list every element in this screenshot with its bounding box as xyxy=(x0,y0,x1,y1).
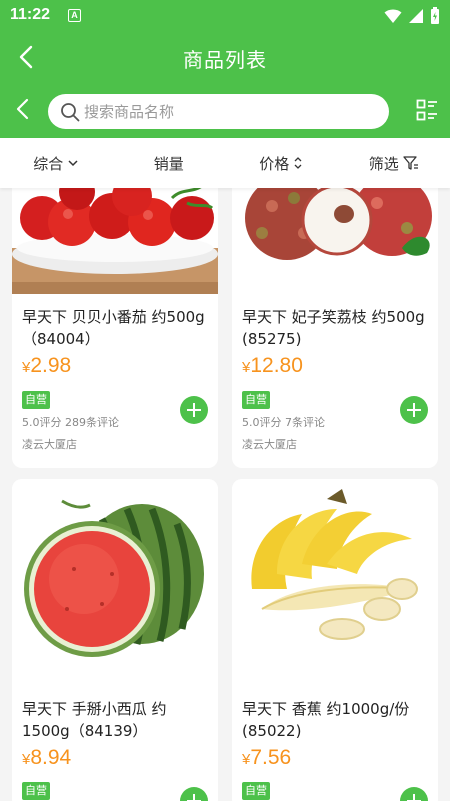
product-image xyxy=(12,188,218,294)
cherry-tomatoes-image xyxy=(12,188,218,294)
product-card[interactable]: 早天下 香蕉 约1000g/份(85022) ¥7.56 自营 xyxy=(232,479,438,801)
search-row xyxy=(0,82,450,138)
status-time: 11:22 xyxy=(10,6,51,23)
product-image xyxy=(232,479,438,679)
filter-label: 销量 xyxy=(153,154,184,173)
battery-icon xyxy=(431,7,439,24)
search-back-icon[interactable] xyxy=(12,98,34,120)
app-bar: 商品列表 xyxy=(0,32,450,82)
price-value: 12.80 xyxy=(250,354,303,377)
product-grid: 早天下 贝贝小番茄 约500g（84004） ¥2.98 自营 5.0评分 28… xyxy=(0,188,450,801)
rating-text: 5.0评分 7条评论 xyxy=(242,416,325,429)
watermelon-image xyxy=(12,479,218,679)
page-title: 商品列表 xyxy=(183,48,267,72)
product-image xyxy=(12,479,218,679)
self-operated-badge: 自营 xyxy=(22,782,50,800)
banana-image xyxy=(232,479,438,679)
add-to-cart-button[interactable] xyxy=(400,787,428,801)
list-view-icon[interactable] xyxy=(416,99,438,121)
price-value: 7.56 xyxy=(250,746,292,769)
product-card[interactable]: 早天下 手掰小西瓜 约1500g（84139） ¥8.94 自营 xyxy=(12,479,218,801)
filter-comprehensive[interactable]: 综合 xyxy=(0,138,113,188)
add-to-cart-button[interactable] xyxy=(180,396,208,424)
lychee-image xyxy=(232,188,438,294)
product-price: ¥12.80 xyxy=(242,354,303,378)
self-operated-badge: 自营 xyxy=(242,391,270,409)
filter-price[interactable]: 价格 xyxy=(225,138,338,188)
notification-icon: A xyxy=(68,9,81,22)
product-card[interactable]: 早天下 妃子笑荔枝 约500g (85275) ¥12.80 自营 5.0评分 … xyxy=(232,188,438,468)
product-card[interactable]: 早天下 贝贝小番茄 约500g（84004） ¥2.98 自营 5.0评分 28… xyxy=(12,188,218,468)
filter-bar: 综合 销量 价格 筛选 xyxy=(0,138,450,188)
filter-icon xyxy=(403,156,418,170)
product-image xyxy=(232,188,438,294)
self-operated-badge: 自营 xyxy=(22,391,50,409)
product-name: 早天下 贝贝小番茄 约500g（84004） xyxy=(22,308,205,348)
search-icon xyxy=(61,103,80,122)
product-name: 早天下 妃子笑荔枝 约500g (85275) xyxy=(242,308,425,348)
filter-sales[interactable]: 销量 xyxy=(113,138,226,188)
price-value: 2.98 xyxy=(30,354,72,377)
system-icons xyxy=(384,7,440,25)
filter-screen[interactable]: 筛选 xyxy=(338,138,450,188)
store-name: 凌云大厦店 xyxy=(22,438,77,451)
store-name: 凌云大厦店 xyxy=(242,438,297,451)
status-bar: 11:22 A xyxy=(0,0,450,32)
product-name: 早天下 香蕉 约1000g/份(85022) xyxy=(242,700,410,740)
filter-label: 综合 xyxy=(33,154,64,173)
add-to-cart-button[interactable] xyxy=(180,787,208,801)
chevron-down-icon xyxy=(68,160,78,167)
self-operated-badge: 自营 xyxy=(242,782,270,800)
product-price: ¥2.98 xyxy=(22,354,71,378)
search-box[interactable] xyxy=(48,94,389,129)
product-name: 早天下 手掰小西瓜 约1500g（84139） xyxy=(22,700,167,740)
rating-text: 5.0评分 289条评论 xyxy=(22,416,119,429)
wifi-icon xyxy=(384,9,402,23)
add-to-cart-button[interactable] xyxy=(400,396,428,424)
price-value: 8.94 xyxy=(30,746,72,769)
filter-label: 价格 xyxy=(259,154,290,173)
product-price: ¥7.56 xyxy=(242,746,291,770)
filter-label: 筛选 xyxy=(368,154,399,173)
signal-icon xyxy=(409,9,423,23)
product-price: ¥8.94 xyxy=(22,746,71,770)
search-input[interactable] xyxy=(84,99,374,124)
sort-arrows-icon xyxy=(294,157,302,169)
